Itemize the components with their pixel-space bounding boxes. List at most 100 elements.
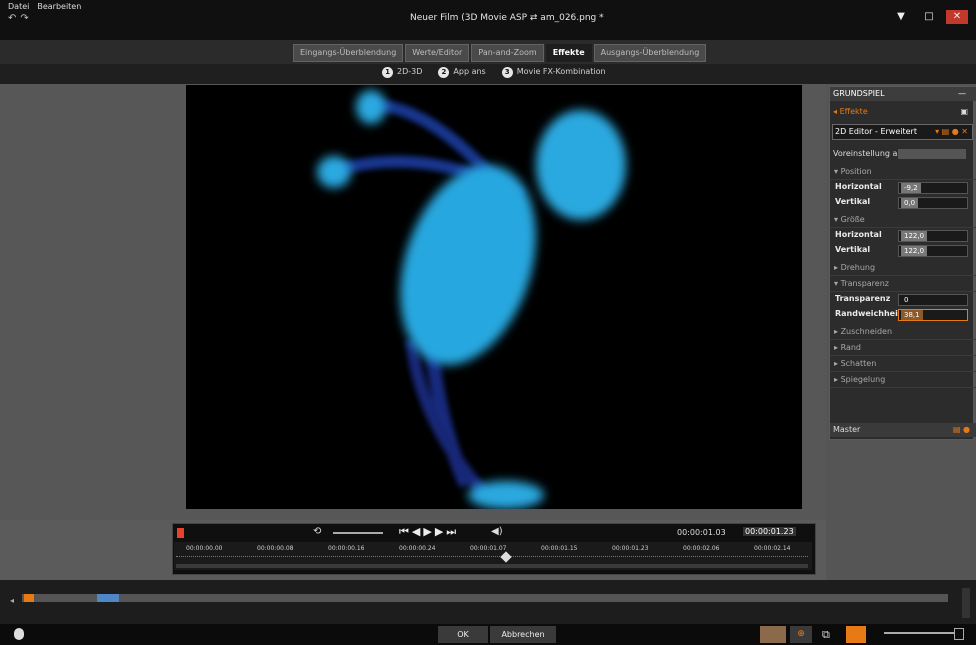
zoom-slider[interactable] (884, 632, 954, 634)
collapse-icon[interactable]: — (958, 87, 966, 101)
cancel-button[interactable]: Abbrechen (490, 626, 556, 643)
transparency-value: 0 (904, 296, 909, 304)
section-transparency[interactable]: ▾ Transparenz (830, 277, 976, 292)
menu-item-edit[interactable]: Bearbeiten (37, 2, 81, 11)
preset-label: Voreinstellung au (833, 149, 903, 158)
playback-controls[interactable]: ⏮◀▶▶⏭ (399, 525, 459, 539)
size-horizontal-field[interactable]: 122,0 (898, 230, 968, 242)
pos-horizontal-row: Horizontal -9,2 (830, 180, 973, 194)
timeline-track[interactable] (22, 594, 948, 602)
edge-softness-row: Randweichheit 38,1 (830, 307, 973, 321)
tab-editor[interactable]: Werte/Editor (405, 44, 470, 62)
step-number: 2 (438, 67, 450, 78)
size-horizontal-row: Horizontal 122,0 (830, 228, 973, 242)
undo-icon[interactable]: ↶ (8, 13, 16, 24)
section-reflection[interactable]: ▸ Spiegelung (830, 373, 976, 388)
section-shadow[interactable]: ▸ Schatten (830, 357, 976, 372)
marker-icon[interactable] (177, 528, 184, 538)
timeline (0, 580, 976, 624)
section-rotation[interactable]: ▸ Drehung (830, 261, 976, 276)
panel-footer: Master ▤ ● (830, 423, 976, 437)
ruler-tick: 00:00:00.24 (399, 545, 436, 552)
tab-intro-transition[interactable]: Eingangs-Überblendung (293, 44, 404, 62)
panel-header: GRUNDSPIEL — (830, 87, 976, 101)
subtab-label: 2D-3D (397, 67, 423, 76)
mic-icon[interactable] (14, 628, 24, 640)
menu-item-file[interactable]: Datei (8, 2, 29, 11)
timeline-left-icon[interactable]: ◂ (10, 596, 14, 605)
pos-vertical-field[interactable]: 0,0 (898, 197, 968, 209)
section-crop[interactable]: ▸ Zuschneiden (830, 325, 976, 340)
transparency-label: Transparenz (835, 294, 891, 303)
footer-tools-icon[interactable]: ▤ ● (953, 423, 970, 437)
effects-link[interactable]: Effekte (840, 107, 868, 116)
subtab-label: Movie FX-Kombination (516, 67, 606, 76)
timeline-scrollbar[interactable] (962, 588, 970, 618)
settings-panel-inner: GRUNDSPIEL — ◂ Effekte ▣ 2D Editor - Erw… (829, 86, 976, 440)
edge-softness-field[interactable]: 38,1 (898, 309, 968, 321)
effect-editor-select[interactable]: 2D Editor - Erweitert ▾ ▤ ● ✕ (832, 124, 973, 140)
pos-horizontal-value: -9,2 (901, 183, 921, 193)
ruler-tick: 00:00:02.14 (754, 545, 791, 552)
subtab-2d-3d[interactable]: 1 2D-3D (382, 67, 422, 78)
current-timecode[interactable]: 00:00:01.23 (743, 527, 796, 536)
size-vertical-field[interactable]: 122,0 (898, 245, 968, 257)
fullscreen-icon[interactable]: ⧉ (822, 628, 830, 642)
tabs: Eingangs-Überblendung Werte/Editor Pan-a… (293, 44, 707, 62)
effect-tools-icon[interactable]: ▾ ▤ ● ✕ (935, 125, 968, 139)
ruler-scale (176, 556, 808, 560)
effect-editor-select-label: 2D Editor - Erweitert (835, 127, 917, 136)
volume-icon[interactable]: ◀) (491, 526, 503, 537)
transparency-field[interactable]: 0 (898, 294, 968, 306)
shuttle-slider[interactable] (333, 532, 383, 534)
playhead-handle[interactable] (500, 551, 512, 563)
save-icon[interactable]: ▣ (960, 105, 968, 119)
preset-row: Voreinstellung au (830, 147, 976, 161)
undo-redo: ↶ ↷ (8, 13, 29, 24)
section-size-label: Größe (840, 215, 865, 224)
ok-button[interactable]: OK (438, 626, 488, 643)
loop-icon[interactable]: ⟲ (313, 526, 321, 537)
section-position[interactable]: ▾ Position (830, 165, 976, 180)
section-rotation-label: Drehung (840, 263, 876, 272)
clip-start-marker[interactable] (24, 594, 34, 602)
tab-effects[interactable]: Effekte (545, 44, 592, 62)
ruler-tick: 00:00:01.15 (541, 545, 578, 552)
window-title: Neuer Film (3D Movie ASP ⇄ am_026.png * (410, 13, 604, 23)
section-position-label: Position (840, 167, 872, 176)
zoom-handle[interactable] (954, 628, 964, 640)
ruler-tick: 00:00:00.00 (186, 545, 223, 552)
section-reflection-label: Spiegelung (840, 375, 886, 384)
subtab-movie-fx[interactable]: 3 Movie FX-Kombination (501, 67, 606, 78)
section-size[interactable]: ▾ Größe (830, 213, 976, 228)
redo-icon[interactable]: ↷ (20, 13, 28, 24)
marker-tool-icon[interactable]: ⊕ (790, 626, 812, 643)
close-button[interactable]: ✕ (946, 10, 968, 24)
preview-frame-image (317, 90, 626, 509)
size-vertical-label: Vertikal (835, 245, 871, 254)
minimize-button[interactable]: ▼ (890, 10, 912, 24)
section-border[interactable]: ▸ Rand (830, 341, 976, 356)
tab-pan-zoom[interactable]: Pan-and-Zoom (471, 44, 544, 62)
subtabs: 1 2D-3D 2 App ans 3 Movie FX-Kombination (382, 67, 606, 78)
maximize-button[interactable]: □ (918, 10, 940, 24)
tab-outro-transition[interactable]: Ausgangs-Überblendung (593, 44, 707, 62)
monitor-toggle-icon[interactable] (846, 626, 866, 643)
pos-horizontal-field[interactable]: -9,2 (898, 182, 968, 194)
clip-segment[interactable] (97, 594, 119, 602)
edge-softness-value: 38,1 (901, 310, 923, 320)
panel-header-label: GRUNDSPIEL (833, 89, 885, 98)
video-preview[interactable] (186, 85, 802, 509)
preset-dropdown[interactable] (898, 149, 966, 159)
scroll-track[interactable] (176, 564, 808, 568)
master-label: Master (833, 425, 861, 434)
size-horizontal-value: 122,0 (901, 231, 928, 241)
subtab-app[interactable]: 2 App ans (438, 67, 486, 78)
time-ruler[interactable]: 00:00:00.00 00:00:00.08 00:00:00.16 00:0… (174, 542, 812, 570)
edge-softness-label: Randweichheit (835, 309, 902, 318)
back-arrow-icon[interactable]: ◂ (833, 107, 837, 116)
ruler-tick: 00:00:01.07 (470, 545, 507, 552)
size-vertical-value: 122,0 (901, 246, 928, 256)
view-mode-button[interactable] (760, 626, 786, 643)
subtab-label: App ans (453, 67, 486, 76)
